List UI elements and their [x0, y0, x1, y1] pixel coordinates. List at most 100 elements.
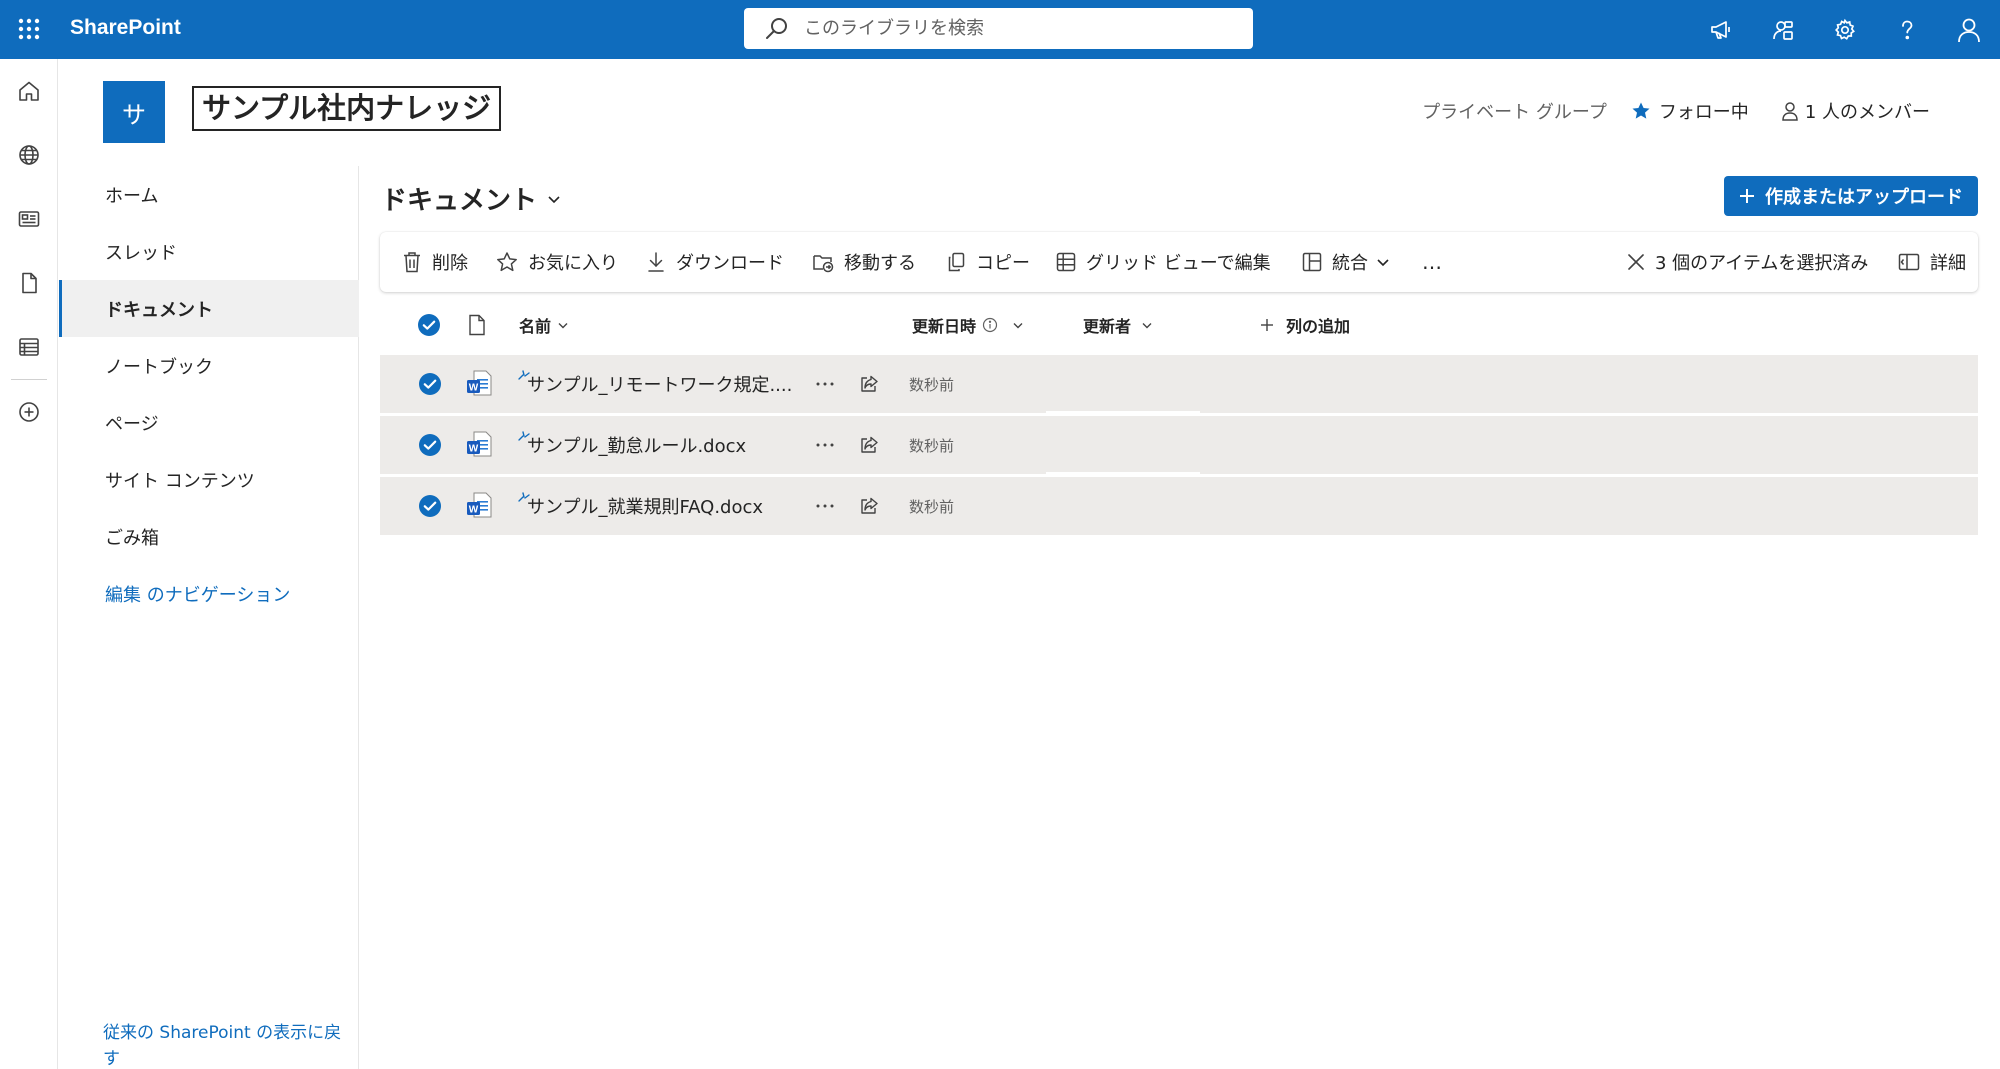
- delete-label: 削除: [432, 253, 468, 274]
- plus-icon: [1261, 319, 1273, 331]
- add-column-label: 列の追加: [1286, 317, 1351, 336]
- select-all-checkbox[interactable]: [417, 312, 441, 338]
- document-icon: [469, 314, 485, 336]
- more-commands-label: …: [1422, 250, 1443, 274]
- share-icon[interactable]: [856, 432, 882, 458]
- library-title: ドキュメント: [381, 186, 538, 216]
- row-divider: [1046, 472, 1200, 476]
- word-file-icon: W: [467, 370, 492, 396]
- nav-item-pages[interactable]: ページ: [59, 394, 359, 451]
- follow-button[interactable]: フォロー中: [1631, 98, 1749, 124]
- home-icon[interactable]: [0, 59, 58, 123]
- nav-item-notebook[interactable]: ノートブック: [59, 337, 359, 394]
- delete-button[interactable]: 削除: [402, 232, 468, 292]
- grid-edit-button[interactable]: グリッド ビューで編集: [1056, 232, 1271, 292]
- plus-icon: [1740, 189, 1754, 203]
- announcement-icon[interactable]: [1690, 0, 1752, 59]
- brand-name[interactable]: SharePoint: [70, 16, 181, 40]
- svg-text:W: W: [469, 383, 479, 394]
- modified-by-column-header[interactable]: 更新者: [1083, 312, 1153, 338]
- modified-time: 数秒前: [909, 497, 955, 516]
- nav-item-site-contents[interactable]: サイト コンテンツ: [59, 451, 359, 508]
- star-outline-icon: [497, 252, 517, 272]
- integrate-button[interactable]: 統合: [1302, 232, 1390, 292]
- file-name-link[interactable]: サンプル_リモートワーク規定....: [527, 355, 792, 413]
- account-icon[interactable]: [1938, 0, 2000, 59]
- chevron-down-icon: [548, 195, 560, 203]
- app-share-icon[interactable]: [1752, 0, 1814, 59]
- person-icon: [1782, 102, 1798, 121]
- chevron-down-icon: [1142, 323, 1152, 329]
- search-icon: [766, 17, 787, 39]
- file-name-link[interactable]: サンプル_勤怠ルール.docx: [527, 416, 746, 474]
- integrate-label: 統合: [1332, 253, 1368, 274]
- nav-item-home[interactable]: ホーム: [59, 166, 359, 223]
- details-pane-icon: [1898, 253, 1920, 271]
- share-icon[interactable]: [856, 371, 882, 397]
- classic-view-link[interactable]: 従来の SharePoint の表示に戻す: [103, 1020, 343, 1069]
- site-title[interactable]: サンプル社内ナレッジ: [192, 86, 502, 131]
- star-filled-icon: [1632, 102, 1650, 119]
- name-column-header[interactable]: 名前: [519, 312, 569, 338]
- app-launcher-icon[interactable]: [10, 10, 48, 48]
- search-box[interactable]: [744, 8, 1253, 49]
- news-icon[interactable]: [0, 187, 58, 251]
- lists-icon[interactable]: [0, 315, 58, 379]
- move-folder-icon: [813, 255, 834, 273]
- search-input[interactable]: [804, 18, 1224, 39]
- more-commands-button[interactable]: …: [1422, 232, 1443, 292]
- add-column-button[interactable]: 列の追加: [1260, 312, 1350, 338]
- clear-selection-button[interactable]: 3 個のアイテムを選択済み: [1627, 232, 1868, 292]
- word-file-icon: W: [467, 492, 492, 518]
- more-actions-icon[interactable]: [812, 432, 838, 458]
- favorite-button[interactable]: お気に入り: [496, 232, 618, 292]
- create-upload-button[interactable]: 作成またはアップロード: [1724, 176, 1978, 216]
- selected-count-label: 3 個のアイテムを選択済み: [1655, 253, 1869, 274]
- nav-item-threads[interactable]: スレッド: [59, 223, 359, 280]
- edit-navigation-link[interactable]: 編集 のナビゲーション: [59, 565, 359, 622]
- download-button[interactable]: ダウンロード: [646, 232, 784, 292]
- more-actions-icon[interactable]: [812, 371, 838, 397]
- library-title-dropdown[interactable]: ドキュメント: [381, 180, 561, 217]
- details-button[interactable]: 詳細: [1898, 232, 1966, 292]
- checkmark-circle-icon[interactable]: [418, 433, 442, 457]
- help-icon[interactable]: [1876, 0, 1938, 59]
- move-button[interactable]: 移動する: [812, 232, 916, 292]
- modified-column-header[interactable]: 更新日時: [912, 312, 1024, 338]
- copy-icon: [948, 252, 965, 272]
- app-bar: [0, 59, 58, 1069]
- modified-time: 数秒前: [909, 436, 955, 455]
- details-label: 詳細: [1930, 253, 1966, 274]
- download-icon: [648, 252, 664, 272]
- nav-item-recycle-bin[interactable]: ごみ箱: [59, 508, 359, 565]
- name-column-label: 名前: [519, 317, 552, 336]
- trash-icon: [404, 252, 420, 273]
- site-logo[interactable]: サ: [103, 81, 165, 143]
- command-bar: 削除 お気に入り ダウンロード 移動する コピー グリッド ビューで編集 統合 …: [380, 232, 1978, 292]
- files-icon[interactable]: [0, 251, 58, 315]
- more-actions-icon[interactable]: [812, 493, 838, 519]
- copy-button[interactable]: コピー: [946, 232, 1030, 292]
- close-icon: [1628, 254, 1644, 270]
- file-name-link[interactable]: サンプル_就業規則FAQ.docx: [527, 477, 763, 535]
- create-icon[interactable]: [0, 380, 58, 444]
- grid-icon: [1056, 252, 1076, 272]
- globe-icon[interactable]: [0, 123, 58, 187]
- info-icon: [982, 317, 998, 333]
- table-row[interactable]: W サンプル_勤怠ルール.docx 数秒前: [380, 416, 1978, 476]
- word-file-icon: W: [467, 431, 492, 457]
- modified-column-label: 更新日時: [912, 317, 977, 336]
- file-type-header[interactable]: [468, 312, 486, 338]
- follow-label: フォロー中: [1658, 102, 1749, 123]
- download-label: ダウンロード: [676, 253, 784, 274]
- modified-by-column-label: 更新者: [1083, 317, 1132, 336]
- members-button[interactable]: 1 人のメンバー: [1781, 98, 1930, 124]
- table-row[interactable]: W サンプル_就業規則FAQ.docx 数秒前: [380, 477, 1978, 535]
- checkmark-circle-icon[interactable]: [418, 494, 442, 518]
- chevron-down-icon: [1013, 323, 1023, 329]
- table-row[interactable]: W サンプル_リモートワーク規定.... 数秒前: [380, 355, 1978, 415]
- checkmark-circle-icon[interactable]: [418, 372, 442, 396]
- share-icon[interactable]: [856, 493, 882, 519]
- nav-item-documents[interactable]: ドキュメント: [59, 280, 359, 337]
- settings-gear-icon[interactable]: [1814, 0, 1876, 59]
